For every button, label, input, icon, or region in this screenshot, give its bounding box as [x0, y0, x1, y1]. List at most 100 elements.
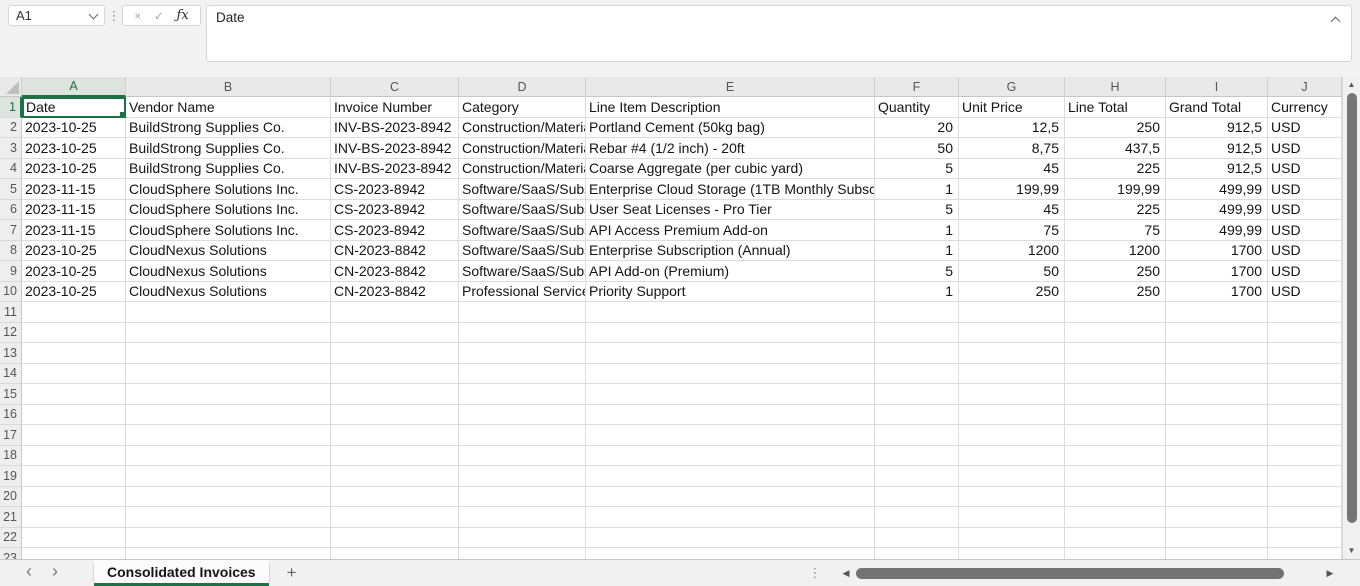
- cell-B5[interactable]: CloudSphere Solutions Inc.: [126, 179, 331, 200]
- cell-J10[interactable]: USD: [1268, 282, 1342, 303]
- cell-H12[interactable]: [1065, 323, 1166, 344]
- cell-I7[interactable]: 499,99: [1166, 220, 1268, 241]
- insert-function-icon[interactable]: ƒx: [177, 8, 189, 23]
- cell-E17[interactable]: [586, 425, 875, 446]
- cell-I2[interactable]: 912,5: [1166, 118, 1268, 139]
- cell-A8[interactable]: 2023-10-25: [22, 241, 126, 262]
- select-all-button[interactable]: [0, 77, 22, 97]
- cell-E7[interactable]: API Access Premium Add-on: [586, 220, 875, 241]
- cell-B6[interactable]: CloudSphere Solutions Inc.: [126, 200, 331, 221]
- row-header-20[interactable]: 20: [0, 487, 22, 508]
- cell-H16[interactable]: [1065, 405, 1166, 426]
- cell-G2[interactable]: 12,5: [959, 118, 1065, 139]
- cell-I10[interactable]: 1700: [1166, 282, 1268, 303]
- cell-J18[interactable]: [1268, 446, 1342, 467]
- cell-E4[interactable]: Coarse Aggregate (per cubic yard): [586, 159, 875, 180]
- cell-C16[interactable]: [331, 405, 459, 426]
- cell-B11[interactable]: [126, 302, 331, 323]
- cell-J17[interactable]: [1268, 425, 1342, 446]
- row-header-10[interactable]: 10: [0, 282, 22, 303]
- cell-I6[interactable]: 499,99: [1166, 200, 1268, 221]
- cell-B10[interactable]: CloudNexus Solutions: [126, 282, 331, 303]
- cell-I22[interactable]: [1166, 528, 1268, 549]
- cell-E23[interactable]: [586, 548, 875, 559]
- add-sheet-icon[interactable]: +: [270, 560, 314, 586]
- cell-J14[interactable]: [1268, 364, 1342, 385]
- scroll-right-icon[interactable]: ▶: [1322, 560, 1338, 586]
- cell-G3[interactable]: 8,75: [959, 138, 1065, 159]
- cell-H22[interactable]: [1065, 528, 1166, 549]
- cell-B1[interactable]: Vendor Name: [126, 97, 331, 118]
- cell-I16[interactable]: [1166, 405, 1268, 426]
- cell-A22[interactable]: [22, 528, 126, 549]
- cell-A19[interactable]: [22, 466, 126, 487]
- cell-H11[interactable]: [1065, 302, 1166, 323]
- cell-E14[interactable]: [586, 364, 875, 385]
- cell-D9[interactable]: Software/SaaS/Subscriptions: [459, 261, 586, 282]
- column-header-C[interactable]: C: [331, 77, 459, 97]
- cell-I11[interactable]: [1166, 302, 1268, 323]
- row-header-3[interactable]: 3: [0, 138, 22, 159]
- cell-G18[interactable]: [959, 446, 1065, 467]
- cell-A23[interactable]: [22, 548, 126, 559]
- column-header-D[interactable]: D: [459, 77, 586, 97]
- cell-C8[interactable]: CN-2023-8842: [331, 241, 459, 262]
- cell-D21[interactable]: [459, 507, 586, 528]
- cell-A2[interactable]: 2023-10-25: [22, 118, 126, 139]
- cell-J16[interactable]: [1268, 405, 1342, 426]
- cell-A18[interactable]: [22, 446, 126, 467]
- cell-J21[interactable]: [1268, 507, 1342, 528]
- cell-B16[interactable]: [126, 405, 331, 426]
- cell-H6[interactable]: 225: [1065, 200, 1166, 221]
- cell-D14[interactable]: [459, 364, 586, 385]
- cell-G7[interactable]: 75: [959, 220, 1065, 241]
- cell-D3[interactable]: Construction/Materials: [459, 138, 586, 159]
- cell-G11[interactable]: [959, 302, 1065, 323]
- cell-F7[interactable]: 1: [875, 220, 959, 241]
- cell-C19[interactable]: [331, 466, 459, 487]
- cell-G23[interactable]: [959, 548, 1065, 559]
- scroll-up-icon[interactable]: ▲: [1343, 80, 1360, 90]
- cell-G9[interactable]: 50: [959, 261, 1065, 282]
- cell-F17[interactable]: [875, 425, 959, 446]
- cell-H20[interactable]: [1065, 487, 1166, 508]
- column-header-I[interactable]: I: [1166, 77, 1268, 97]
- collapse-formula-bar-icon[interactable]: [1331, 17, 1341, 27]
- cell-D5[interactable]: Software/SaaS/Subscriptions: [459, 179, 586, 200]
- cell-E8[interactable]: Enterprise Subscription (Annual): [586, 241, 875, 262]
- cell-B8[interactable]: CloudNexus Solutions: [126, 241, 331, 262]
- cell-C13[interactable]: [331, 343, 459, 364]
- cell-D16[interactable]: [459, 405, 586, 426]
- cell-D11[interactable]: [459, 302, 586, 323]
- cell-J15[interactable]: [1268, 384, 1342, 405]
- cell-G6[interactable]: 45: [959, 200, 1065, 221]
- cell-J19[interactable]: [1268, 466, 1342, 487]
- cell-B7[interactable]: CloudSphere Solutions Inc.: [126, 220, 331, 241]
- cell-F13[interactable]: [875, 343, 959, 364]
- cell-F8[interactable]: 1: [875, 241, 959, 262]
- cell-E12[interactable]: [586, 323, 875, 344]
- cell-J6[interactable]: USD: [1268, 200, 1342, 221]
- cell-J3[interactable]: USD: [1268, 138, 1342, 159]
- cell-C20[interactable]: [331, 487, 459, 508]
- cell-J9[interactable]: USD: [1268, 261, 1342, 282]
- cell-H3[interactable]: 437,5: [1065, 138, 1166, 159]
- row-header-12[interactable]: 12: [0, 323, 22, 344]
- cell-J23[interactable]: [1268, 548, 1342, 559]
- cell-F21[interactable]: [875, 507, 959, 528]
- cell-E15[interactable]: [586, 384, 875, 405]
- cell-B14[interactable]: [126, 364, 331, 385]
- cell-J8[interactable]: USD: [1268, 241, 1342, 262]
- cell-F1[interactable]: Quantity: [875, 97, 959, 118]
- cell-D23[interactable]: [459, 548, 586, 559]
- row-header-11[interactable]: 11: [0, 302, 22, 323]
- cell-C9[interactable]: CN-2023-8842: [331, 261, 459, 282]
- chevron-down-icon[interactable]: [89, 9, 99, 19]
- cell-J22[interactable]: [1268, 528, 1342, 549]
- cell-D15[interactable]: [459, 384, 586, 405]
- cell-B22[interactable]: [126, 528, 331, 549]
- cell-G14[interactable]: [959, 364, 1065, 385]
- row-header-9[interactable]: 9: [0, 261, 22, 282]
- cell-I18[interactable]: [1166, 446, 1268, 467]
- cell-I14[interactable]: [1166, 364, 1268, 385]
